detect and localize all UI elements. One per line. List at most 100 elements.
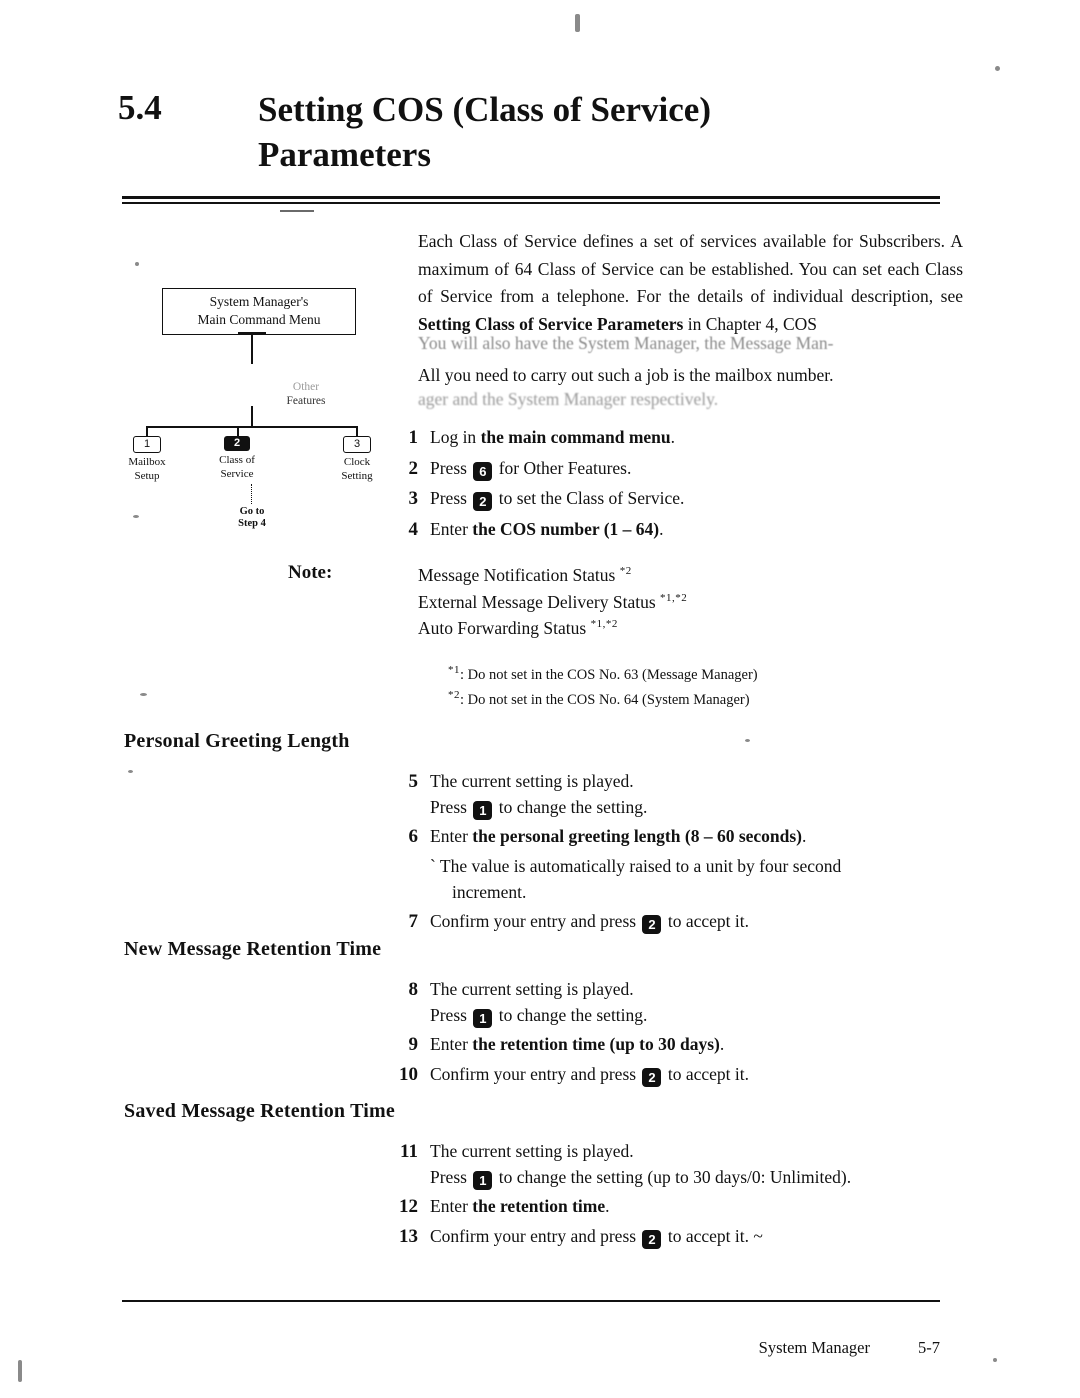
flowchart-connector-dashed (251, 484, 252, 504)
footnote-1-text: : Do not set in the COS No. 63 (Message … (460, 666, 758, 683)
step-5-line-1: The current setting is played. (430, 771, 634, 791)
step-12-pre: Enter (430, 1195, 473, 1216)
flowchart-connector-drop-1 (146, 426, 148, 436)
note-line-1: Message Notification Status *2 (418, 562, 978, 589)
step-11-line-1: The current setting is played. (430, 1141, 634, 1161)
document-page: 5.4 Setting COS (Class of Service) Param… (0, 0, 1080, 1398)
step-6-subnote-line-1: ` The value is automatically raised to a… (430, 853, 974, 879)
scan-speck (128, 770, 133, 773)
flowchart: System Manager's Main Command Menu Other… (124, 288, 394, 529)
goto-line-1: Go to (239, 506, 265, 517)
scan-artifact (280, 210, 314, 212)
step-5-number: 5 (408, 771, 419, 792)
step-11-line-2: Press 1 to change the setting (up to 30 … (430, 1164, 974, 1191)
scan-speck (133, 515, 139, 518)
flowchart-root-line-2: Main Command Menu (197, 312, 321, 328)
step-6-number: 6 (408, 825, 419, 847)
scan-speck (745, 739, 750, 742)
step-2-pre: Press (430, 457, 472, 478)
step-12-number: 12 (399, 1195, 418, 1217)
step-1-post: . (670, 427, 676, 447)
note-body: Message Notification Status *2 External … (418, 562, 978, 642)
step-6-subnote-line-2: increment. (452, 882, 527, 903)
step-8-line-2-pre: Press (430, 1005, 472, 1026)
key-3-icon: 3 (343, 436, 371, 453)
ghost-text-line-2: All you need to carry out such a job is … (418, 365, 834, 385)
note-line-3: Auto Forwarding Status *1,*2 (418, 615, 978, 642)
flowchart-goto-label: Go to Step 4 (212, 506, 292, 530)
step-4-bold: the COS number (1 – 64) (472, 518, 660, 539)
footnote-1: *1: Do not set in the COS No. 63 (Messag… (448, 662, 988, 687)
footnotes: *1: Do not set in the COS No. 63 (Messag… (448, 662, 988, 712)
section-number: 5.4 (118, 88, 162, 127)
step-2-number: 2 (408, 457, 419, 479)
step-3-post: to set the Class of Service. (494, 488, 685, 508)
key-2-icon: 2 (224, 436, 250, 451)
key-1-icon: 1 (133, 436, 161, 453)
note-line-1-text: Message Notification Status (418, 565, 620, 585)
footer-page-number: 5-7 (918, 1338, 940, 1357)
step-6-subnote-text: The value is automatically raised to a u… (435, 856, 842, 876)
step-4: 4 Enter the COS number (1 – 64). (384, 516, 974, 545)
step-12: 12 Enter the retention time. (384, 1193, 974, 1222)
step-3-number: 3 (408, 488, 419, 509)
flowchart-root-box: System Manager's Main Command Menu (162, 288, 356, 336)
ghost-text-line-3: ager and the System Manager respectively… (418, 389, 719, 409)
step-7-pre: Confirm your entry and press (430, 910, 641, 931)
note-line-2: External Message Delivery Status *1,*2 (418, 589, 978, 616)
steps-new-message-retention-time: 8 The current setting is played. Press 1… (384, 976, 974, 1092)
node-1-label-line-1: Mailbox (128, 456, 166, 468)
scan-speck (140, 693, 147, 696)
goto-line-2: Step 4 (238, 518, 266, 530)
step-7-number: 7 (408, 910, 419, 932)
footnote-2: *2: Do not set in the COS No. 64 (System… (448, 687, 988, 712)
step-1-bold: the main command menu (480, 427, 671, 447)
key-2-icon: 2 (473, 492, 493, 511)
step-8-line-1: The current setting is played. (430, 979, 634, 999)
note-line-3-footnote-mark: *1,*2 (590, 618, 618, 631)
step-5-line-2-pre: Press (430, 797, 472, 818)
intro-paragraph: Each Class of Service defines a set of s… (418, 228, 963, 339)
step-6: 6 Enter the personal greeting length (8 … (384, 823, 974, 852)
note-label: Note: (288, 562, 333, 583)
step-7: 7 Confirm your entry and press 2 to acce… (384, 908, 974, 937)
page-footer: System Manager 5-7 (122, 1338, 940, 1358)
ghost-text-line-1: You will also have the System Manager, t… (418, 333, 834, 353)
flowchart-node-mailbox-setup: 1 Mailbox Setup (108, 436, 186, 484)
step-6-post: . (802, 825, 807, 846)
step-5-line-2: Press 1 to change the setting. (430, 794, 974, 821)
scan-speck (18, 1360, 22, 1382)
note-line-1-footnote-mark: *2 (619, 565, 632, 578)
step-12-bold: the retention time (472, 1195, 606, 1216)
steps-personal-greeting-length: 5 The current setting is played. Press 1… (384, 768, 974, 938)
step-9-bold: the retention time (up to 30 days) (472, 1033, 720, 1054)
step-13-post: to accept it. ~ (663, 1226, 763, 1246)
step-9-post: . (719, 1033, 725, 1054)
step-5-line-2-post: to change the setting. (494, 797, 648, 818)
flowchart-branch-label: Other Features (246, 381, 366, 409)
footnote-1-mark: *1 (448, 664, 460, 676)
flowchart-connector-vertical-1 (251, 334, 253, 364)
step-1: 1 Log in the main command menu. (384, 424, 974, 453)
step-2: 2 Press 6 for Other Features. (384, 455, 974, 484)
step-10-pre: Confirm your entry and press (430, 1064, 641, 1084)
flowchart-connector-drop-3 (356, 426, 358, 436)
footer-divider (122, 1300, 940, 1302)
intro-text: Each Class of Service defines a set of s… (418, 231, 963, 307)
step-10: 10 Confirm your entry and press 2 to acc… (384, 1061, 974, 1090)
key-2-icon: 2 (642, 914, 662, 934)
step-11-line-2-post: to change the setting (up to 30 days/0: … (494, 1167, 852, 1188)
step-7-post: to accept it. (663, 910, 749, 931)
step-2-post: for Other Features. (494, 457, 632, 478)
step-13: 13 Confirm your entry and press 2 to acc… (384, 1223, 974, 1252)
section-heading-personal-greeting-length: Personal Greeting Length (124, 730, 350, 752)
scan-speck (995, 66, 1000, 71)
steps-saved-message-retention-time: 11 The current setting is played. Press … (384, 1138, 974, 1254)
step-10-number: 10 (399, 1064, 418, 1085)
key-1-icon: 1 (473, 801, 493, 821)
footnote-2-text: : Do not set in the COS No. 64 (System M… (460, 691, 750, 708)
key-2-icon: 2 (642, 1230, 662, 1249)
step-12-post: . (605, 1195, 610, 1216)
step-11-number: 11 (400, 1141, 418, 1162)
title-divider (122, 196, 940, 204)
